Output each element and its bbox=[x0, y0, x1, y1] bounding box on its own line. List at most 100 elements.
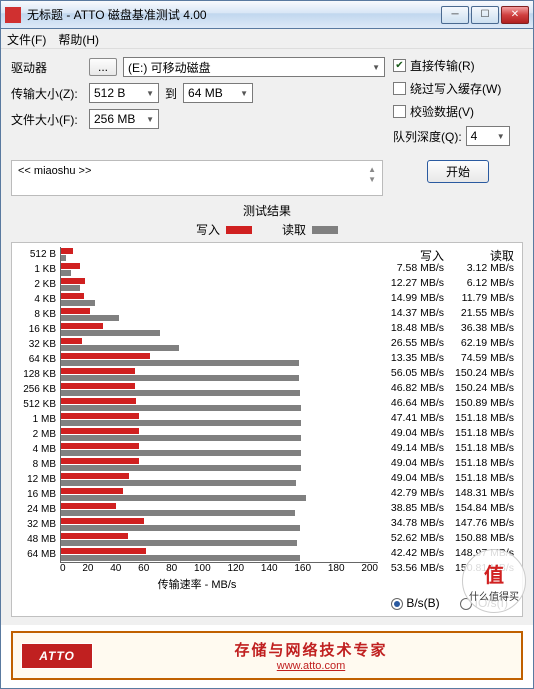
read-bar bbox=[61, 360, 299, 366]
table-row: 46.82 MB/s150.24 MB/s bbox=[378, 381, 518, 396]
table-row: 49.04 MB/s151.18 MB/s bbox=[378, 426, 518, 441]
transfer-from-combo[interactable]: 512 B▼ bbox=[89, 83, 159, 103]
chart-y-labels: 512 B1 KB2 KB4 KB8 KB16 KB32 KB64 KB128 … bbox=[16, 247, 60, 563]
direct-io-checkbox[interactable]: ✔ 直接传输(R) bbox=[393, 57, 523, 74]
bar-row bbox=[61, 397, 378, 412]
table-row: 42.79 MB/s148.31 MB/s bbox=[378, 486, 518, 501]
write-bar bbox=[61, 398, 136, 404]
table-row: 52.62 MB/s150.88 MB/s bbox=[378, 531, 518, 546]
browse-button[interactable]: ... bbox=[89, 58, 117, 76]
read-bar bbox=[61, 525, 300, 531]
scroll-arrows-icon[interactable]: ▲▼ bbox=[368, 165, 376, 191]
write-bar bbox=[61, 518, 144, 524]
transfer-size-label: 传输大小(Z): bbox=[11, 85, 83, 102]
y-label: 4 KB bbox=[16, 292, 56, 307]
file-size-label: 文件大小(F): bbox=[11, 111, 83, 128]
read-swatch-icon bbox=[312, 226, 338, 234]
footer-banner: ATTO 存储与网络技术专家 www.atto.com bbox=[11, 631, 523, 680]
chart-panel: 512 B1 KB2 KB4 KB8 KB16 KB32 KB64 KB128 … bbox=[11, 242, 523, 617]
file-size-combo[interactable]: 256 MB▼ bbox=[89, 109, 159, 129]
bar-row bbox=[61, 412, 378, 427]
write-bar bbox=[61, 458, 139, 464]
read-bar bbox=[61, 270, 71, 276]
bar-row bbox=[61, 262, 378, 277]
verify-data-checkbox[interactable]: 校验数据(V) bbox=[393, 103, 523, 120]
chevron-down-icon: ▼ bbox=[146, 115, 154, 124]
write-bar bbox=[61, 278, 85, 284]
maximize-button[interactable]: ☐ bbox=[471, 6, 499, 24]
drive-combo[interactable]: (E:) 可移动磁盘 ▼ bbox=[123, 57, 385, 77]
read-bar bbox=[61, 330, 160, 336]
table-row: 38.85 MB/s154.84 MB/s bbox=[378, 501, 518, 516]
close-button[interactable]: ✕ bbox=[501, 6, 529, 24]
chevron-down-icon: ▼ bbox=[497, 132, 505, 141]
table-row: 46.64 MB/s150.89 MB/s bbox=[378, 396, 518, 411]
checkbox-icon bbox=[393, 82, 406, 95]
read-bar bbox=[61, 405, 301, 411]
chevron-down-icon: ▼ bbox=[146, 89, 154, 98]
read-bar bbox=[61, 390, 300, 396]
write-swatch-icon bbox=[226, 226, 252, 234]
queue-depth-combo[interactable]: 4▼ bbox=[466, 126, 510, 146]
chart-bars bbox=[60, 247, 378, 563]
table-row: 14.99 MB/s11.79 MB/s bbox=[378, 291, 518, 306]
bar-row bbox=[61, 517, 378, 532]
read-bar bbox=[61, 420, 301, 426]
content-area: 驱动器 ... (E:) 可移动磁盘 ▼ 传输大小(Z): 512 B▼ 到 6… bbox=[1, 49, 533, 625]
menu-file[interactable]: 文件(F) bbox=[7, 31, 46, 46]
write-bar bbox=[61, 413, 139, 419]
y-label: 32 MB bbox=[16, 517, 56, 532]
menubar: 文件(F) 帮助(H) bbox=[1, 29, 533, 49]
start-button[interactable]: 开始 bbox=[427, 160, 489, 183]
y-label: 128 KB bbox=[16, 367, 56, 382]
y-label: 32 KB bbox=[16, 337, 56, 352]
table-row: 12.27 MB/s6.12 MB/s bbox=[378, 276, 518, 291]
titlebar[interactable]: 无标题 - ATTO 磁盘基准测试 4.00 ─ ☐ ✕ bbox=[1, 1, 533, 29]
transfer-to-combo[interactable]: 64 MB▼ bbox=[183, 83, 253, 103]
y-label: 256 KB bbox=[16, 382, 56, 397]
table-row: 49.14 MB/s151.18 MB/s bbox=[378, 441, 518, 456]
bar-row bbox=[61, 502, 378, 517]
y-label: 12 MB bbox=[16, 472, 56, 487]
app-window: 无标题 - ATTO 磁盘基准测试 4.00 ─ ☐ ✕ 文件(F) 帮助(H)… bbox=[0, 0, 534, 689]
chart-legend: 写入 读取 bbox=[11, 221, 523, 238]
unit-bs-radio[interactable]: B/s(B) bbox=[391, 596, 439, 610]
window-title: 无标题 - ATTO 磁盘基准测试 4.00 bbox=[27, 6, 441, 23]
bar-row bbox=[61, 442, 378, 457]
y-label: 512 B bbox=[16, 247, 56, 262]
read-bar bbox=[61, 285, 80, 291]
bar-row bbox=[61, 382, 378, 397]
y-label: 4 MB bbox=[16, 442, 56, 457]
read-bar bbox=[61, 255, 66, 261]
atto-logo: ATTO bbox=[21, 643, 93, 669]
write-bar bbox=[61, 428, 139, 434]
bar-row bbox=[61, 307, 378, 322]
y-label: 2 MB bbox=[16, 427, 56, 442]
read-bar bbox=[61, 450, 301, 456]
watermark-badge: 值 什么值得买 bbox=[462, 549, 526, 613]
bar-row bbox=[61, 457, 378, 472]
minimize-button[interactable]: ─ bbox=[441, 6, 469, 24]
atto-url-link[interactable]: www.atto.com bbox=[109, 660, 513, 672]
read-bar bbox=[61, 510, 295, 516]
read-bar bbox=[61, 300, 95, 306]
read-bar bbox=[61, 480, 296, 486]
read-bar bbox=[61, 315, 119, 321]
bypass-cache-checkbox[interactable]: 绕过写入缓存(W) bbox=[393, 80, 523, 97]
write-bar bbox=[61, 473, 129, 479]
write-bar bbox=[61, 488, 123, 494]
table-row: 13.35 MB/s74.59 MB/s bbox=[378, 351, 518, 366]
chevron-down-icon: ▼ bbox=[240, 89, 248, 98]
write-bar bbox=[61, 248, 73, 254]
bar-row bbox=[61, 292, 378, 307]
description-box[interactable]: << miaoshu >> ▲▼ bbox=[11, 160, 383, 196]
drive-label: 驱动器 bbox=[11, 59, 83, 76]
bar-row bbox=[61, 532, 378, 547]
bar-row bbox=[61, 427, 378, 442]
y-label: 64 MB bbox=[16, 547, 56, 562]
y-label: 8 MB bbox=[16, 457, 56, 472]
to-label: 到 bbox=[165, 85, 177, 102]
menu-help[interactable]: 帮助(H) bbox=[58, 31, 99, 46]
read-bar bbox=[61, 540, 297, 546]
bar-row bbox=[61, 277, 378, 292]
